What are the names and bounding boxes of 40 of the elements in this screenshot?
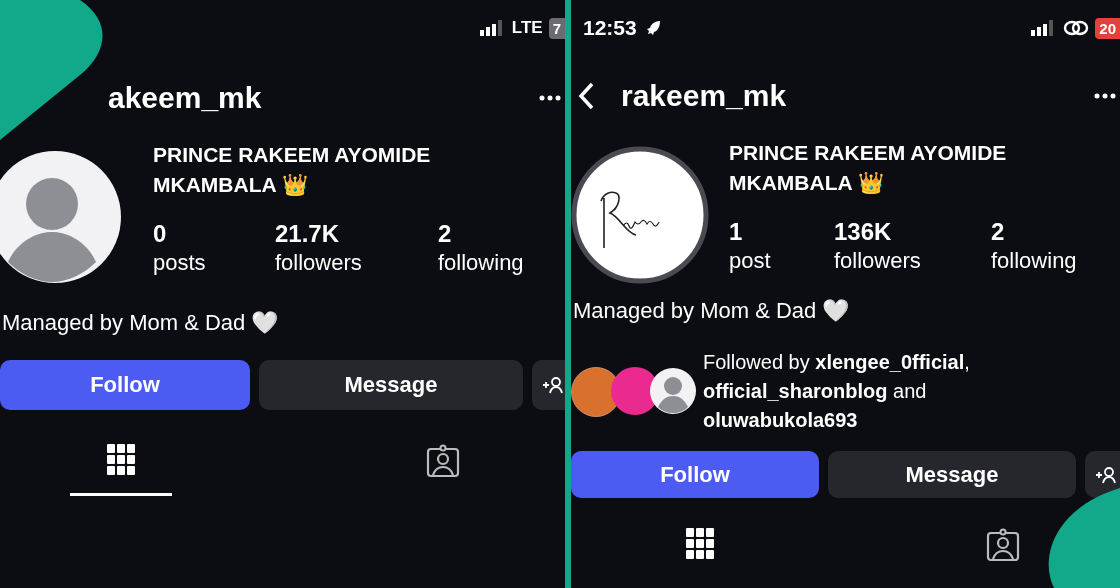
- tagged-person-icon: [426, 444, 460, 478]
- battery-indicator: 20: [1095, 17, 1120, 39]
- bio-text: Managed by Mom & Dad 🤍: [1, 309, 280, 337]
- follow-button[interactable]: Follow: [571, 451, 819, 498]
- status-time: 12:53: [583, 16, 637, 40]
- stat-label: post: [729, 247, 772, 275]
- stat-label: following: [991, 247, 1077, 275]
- more-options-icon[interactable]: [1094, 93, 1116, 99]
- stat-count: 1: [729, 218, 744, 246]
- stat-count: 0: [153, 220, 168, 248]
- follow-button[interactable]: Follow: [0, 360, 250, 410]
- network-type: LTE: [511, 18, 543, 38]
- stat-count: 2: [991, 218, 1006, 246]
- add-person-icon: [542, 376, 564, 394]
- followed-by-text: Followed by xlengee_0fficial, official_sharonblog and oluwabukola693: [703, 350, 971, 433]
- add-person-icon: [1095, 465, 1117, 484]
- battery-indicator: 7: [548, 17, 565, 39]
- stat-label: followers: [275, 249, 363, 277]
- avatar-silhouette-icon: [0, 150, 122, 284]
- display-name: PRINCE RAKEEM AYOMIDE MKAMBALA 👑: [153, 142, 432, 198]
- stat-count: 2: [438, 220, 453, 248]
- stat-label: following: [438, 249, 524, 277]
- bio-text: Managed by Mom & Dad 🤍: [572, 297, 851, 325]
- display-name: PRINCE RAKEEM AYOMIDE MKAMBALA 👑: [729, 140, 1008, 196]
- grid-icon: [107, 444, 135, 476]
- username: akeem_mk: [108, 81, 262, 115]
- link-icon: [1063, 19, 1090, 37]
- message-button[interactable]: Message: [259, 360, 523, 410]
- more-options-icon[interactable]: [539, 95, 561, 101]
- grid-icon: [686, 528, 714, 560]
- stat-label: followers: [834, 247, 922, 275]
- grid-tab[interactable]: [70, 444, 172, 496]
- back-icon[interactable]: [577, 81, 595, 111]
- avatar-silhouette-icon: [649, 366, 697, 415]
- stat-count: 136K: [834, 218, 893, 246]
- stat-count: 21.7K: [275, 220, 341, 248]
- message-button[interactable]: Message: [828, 451, 1076, 498]
- tagged-person-icon: [986, 528, 1020, 562]
- stat-label: posts: [153, 249, 207, 277]
- username: rakeem_mk: [621, 79, 787, 113]
